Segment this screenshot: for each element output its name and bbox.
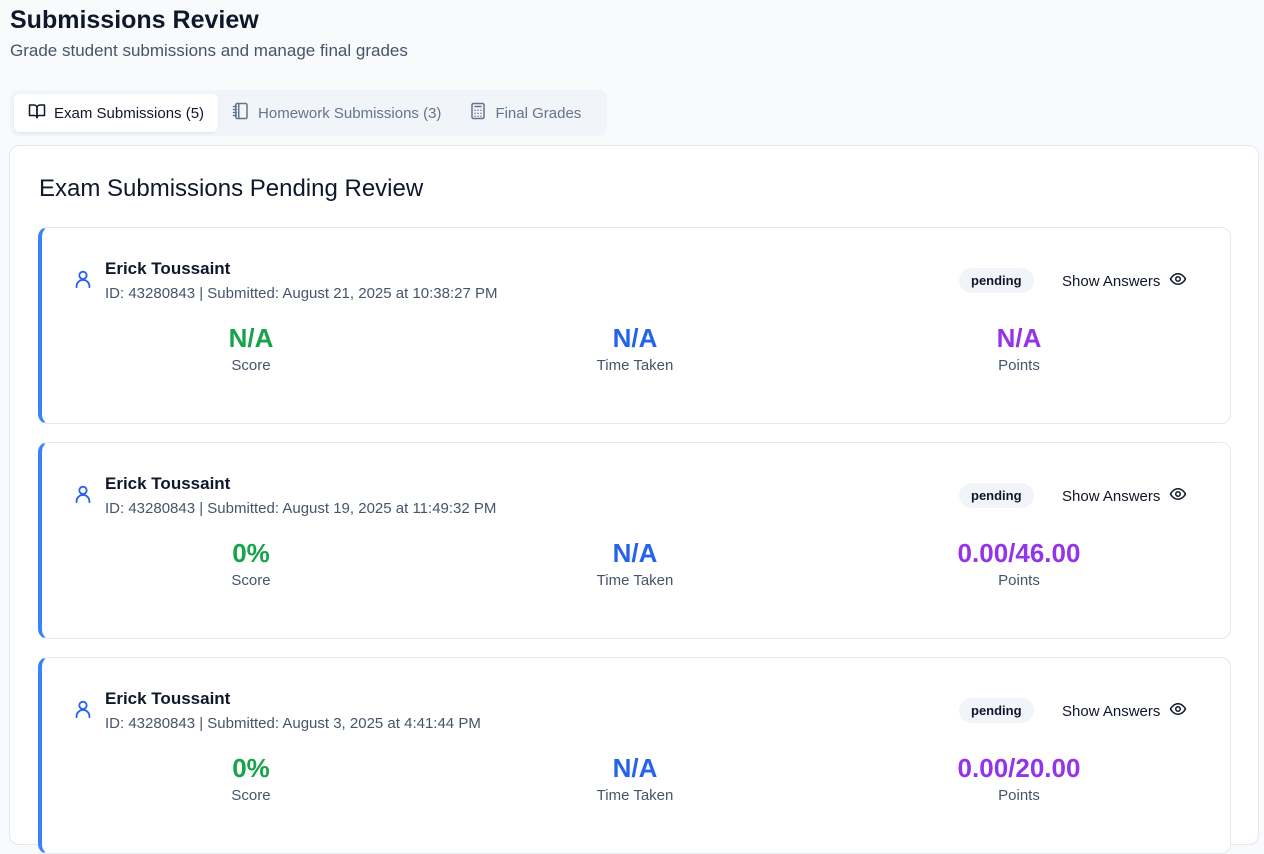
tab-exam-submissions[interactable]: Exam Submissions (5) (14, 94, 219, 132)
show-answers-label: Show Answers (1062, 272, 1161, 290)
status-badge: pending (959, 483, 1034, 508)
tab-label: Exam Submissions (5) (54, 104, 205, 122)
time-taken-label: Time Taken (596, 357, 674, 374)
time-taken-stat: N/A Time Taken (485, 751, 785, 804)
score-label: Score (231, 572, 271, 589)
tab-final-grades[interactable]: Final Grades (455, 94, 595, 132)
time-taken-stat: N/A Time Taken (485, 536, 785, 589)
tab-label: Final Grades (495, 104, 582, 122)
exam-submissions-panel: Exam Submissions Pending Review Erick To… (9, 145, 1259, 854)
calculator-icon (469, 102, 487, 124)
submission-meta: ID: 43280843 | Submitted: August 21, 202… (105, 285, 498, 302)
score-value: N/A (228, 323, 274, 353)
show-answers-button[interactable]: Show Answers (1062, 483, 1187, 509)
score-stat: 0% Score (101, 536, 401, 589)
submission-card: Erick Toussaint ID: 43280843 | Submitted… (38, 227, 1231, 424)
points-value: 0.00/20.00 (957, 753, 1081, 783)
score-value: 0% (232, 753, 270, 783)
show-answers-button[interactable]: Show Answers (1062, 268, 1187, 294)
user-icon (72, 268, 94, 290)
show-answers-label: Show Answers (1062, 487, 1161, 505)
time-taken-stat: N/A Time Taken (485, 321, 785, 374)
eye-icon (1169, 485, 1187, 507)
points-label: Points (998, 572, 1040, 589)
page-header: Submissions Review Grade student submiss… (10, 4, 408, 62)
status-badge: pending (959, 268, 1034, 293)
score-label: Score (231, 357, 271, 374)
submission-card: Erick Toussaint ID: 43280843 | Submitted… (38, 442, 1231, 639)
eye-icon (1169, 700, 1187, 722)
points-stat: 0.00/46.00 Points (869, 536, 1169, 589)
submission-meta: ID: 43280843 | Submitted: August 19, 202… (105, 500, 497, 517)
page-subtitle: Grade student submissions and manage fin… (10, 41, 408, 60)
score-stat: N/A Score (101, 321, 401, 374)
status-badge: pending (959, 698, 1034, 723)
score-stat: 0% Score (101, 751, 401, 804)
show-answers-button[interactable]: Show Answers (1062, 698, 1187, 724)
student-name: Erick Toussaint (105, 259, 231, 278)
student-name: Erick Toussaint (105, 474, 231, 493)
show-answers-label: Show Answers (1062, 702, 1161, 720)
submission-card: Erick Toussaint ID: 43280843 | Submitted… (38, 657, 1231, 854)
points-value: N/A (996, 323, 1042, 353)
points-value: 0.00/46.00 (957, 538, 1081, 568)
tab-homework-submissions[interactable]: Homework Submissions (3) (218, 94, 455, 132)
score-label: Score (231, 787, 271, 804)
book-open-icon (28, 102, 46, 124)
user-icon (72, 483, 94, 505)
time-taken-label: Time Taken (596, 787, 674, 804)
points-label: Points (998, 357, 1040, 374)
time-taken-value: N/A (612, 323, 658, 353)
points-stat: 0.00/20.00 Points (869, 751, 1169, 804)
points-label: Points (998, 787, 1040, 804)
user-icon (72, 698, 94, 720)
page-title: Submissions Review (10, 6, 259, 34)
points-stat: N/A Points (869, 321, 1169, 374)
time-taken-value: N/A (612, 538, 658, 568)
panel-title: Exam Submissions Pending Review (39, 175, 424, 202)
submission-meta: ID: 43280843 | Submitted: August 3, 2025… (105, 715, 481, 732)
student-name: Erick Toussaint (105, 689, 231, 708)
tab-label: Homework Submissions (3) (258, 104, 442, 122)
time-taken-value: N/A (612, 753, 658, 783)
tab-bar: Exam Submissions (5) Homework Submission… (10, 90, 607, 136)
time-taken-label: Time Taken (596, 572, 674, 589)
score-value: 0% (232, 538, 270, 568)
eye-icon (1169, 270, 1187, 292)
notebook-icon (232, 102, 250, 124)
